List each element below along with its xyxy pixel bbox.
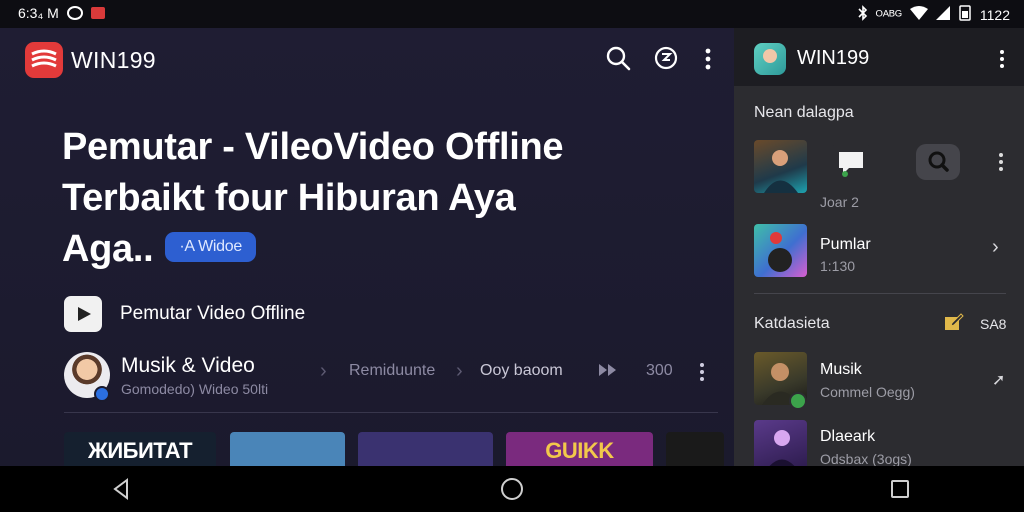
hero-line-3: Aga.. [62,228,154,270]
online-status-icon [789,392,807,410]
divider [754,293,1006,294]
musik-video-subtitle: Gomodedo) Wideo 50lti [121,381,269,397]
status-bar: 6:3₄ M ᴼᴬᴮᴳ 1122 [0,0,1024,28]
search-icon[interactable] [604,44,632,72]
item-count: 300 [646,362,673,379]
navigation-bar [0,466,1024,512]
arrow-right-icon[interactable]: ➚ [992,370,1005,390]
side-app-title: WIN199 [797,47,870,69]
battery-icon [958,5,972,24]
status-time: 6:3₄ M [18,5,59,21]
chat-icon[interactable] [829,144,873,180]
status-bar-left: 6:3₄ M [18,5,105,21]
video-chip[interactable]: ·A Widoe [165,231,256,262]
home-icon[interactable] [500,477,524,501]
status-bar-right: ᴼᴬᴮᴳ 1122 [858,5,1010,24]
chevron-right-icon[interactable]: › [992,236,999,259]
chevron-right-icon: › [456,360,463,382]
category-item-2-title[interactable]: Dlaeark [820,428,875,446]
category-thumbnail-2[interactable] [754,420,807,466]
main-pane: WIN199 Pemutar - VileoVideo Offline Terb… [0,28,734,466]
offline-player-row[interactable]: Pemutar Video Offline [64,296,305,332]
category-item-musik-subtitle: Commel Oegg) [820,384,915,400]
video-thumbnail-3[interactable] [358,432,493,466]
video-thumbnail-4[interactable]: GUIKK [506,432,653,466]
hero-heading: Pemutar - VileoVideo Offline Terbaikt fo… [62,122,682,275]
side-app-logo-icon [754,43,786,75]
play-icon [64,296,102,332]
recent-item-2-title[interactable]: Pumlar [820,236,871,254]
video-thumbnail-5[interactable] [666,432,724,466]
thumbnail-title: ЖИБИТАТ [87,438,193,463]
hero-line-3-wrap: Aga.. ·A Widoe [62,224,682,275]
search-icon[interactable] [916,144,960,180]
hero-line-1: Pemutar - VileoVideo Offline [62,126,564,168]
section-title-category: Katdasieta [754,315,830,332]
divider [64,412,718,413]
recent-item-2-subtitle: 1:130 [820,258,856,274]
musik-video-row[interactable]: Musik & Video Gomodedo) Wideo 50lti › Re… [64,350,720,402]
sync-status-icon [66,6,83,20]
network-label: ᴼᴬᴮᴳ [875,6,902,23]
recent-thumbnail-2[interactable] [754,224,807,277]
video-thumbnail-2[interactable] [230,432,345,466]
back-icon[interactable] [110,477,134,501]
chevron-right-icon: › [320,360,327,382]
category-count: SA8 [980,316,1007,332]
app-logo-icon [25,42,63,78]
more-vert-icon[interactable] [694,360,710,384]
verified-badge-icon [94,386,110,402]
sync-icon[interactable] [652,44,680,72]
app-bar: WIN199 [0,28,734,92]
offline-player-label: Pemutar Video Offline [120,303,306,324]
signal-icon [935,6,950,23]
side-pane: WIN199 Nean dalagpa Joar 2 Pumlar 1:130 … [734,28,1024,466]
video-thumbnail-1[interactable]: ЖИБИТАТ [64,432,216,466]
wifi-icon [909,6,928,23]
breadcrumb-item-2[interactable]: Ooy baoom [480,362,563,380]
breadcrumb-item-1[interactable]: Remiduunte [349,362,435,380]
edit-icon[interactable] [944,312,964,337]
battery-text: 1122 [979,6,1010,23]
category-item-2-subtitle: Odsbax (3ogs) [820,451,912,466]
fast-forward-icon[interactable] [598,362,618,383]
recent-thumbnail-1[interactable] [754,140,807,193]
category-item-musik-title[interactable]: Musik [820,361,862,379]
app-title: WIN199 [71,47,156,73]
musik-video-title: Musik & Video [121,354,255,377]
more-vert-icon[interactable] [694,44,722,72]
thumbnail-strip: ЖИБИТАТ GUIKK [64,432,724,466]
recent-item-1-subtitle: Joar 2 [820,194,859,210]
thumbnail-title: GUIKK [545,438,614,463]
notification-badge-icon [90,7,105,19]
more-vert-icon[interactable] [996,48,1008,70]
section-title-recent: Nean dalagpa [754,104,854,121]
more-vert-icon[interactable] [996,152,1006,177]
bluetooth-icon [858,5,868,24]
recent-apps-icon[interactable] [888,477,912,501]
hero-line-2: Terbaikt four Hiburan Aya [62,177,516,219]
side-app-bar: WIN199 [734,28,1024,86]
